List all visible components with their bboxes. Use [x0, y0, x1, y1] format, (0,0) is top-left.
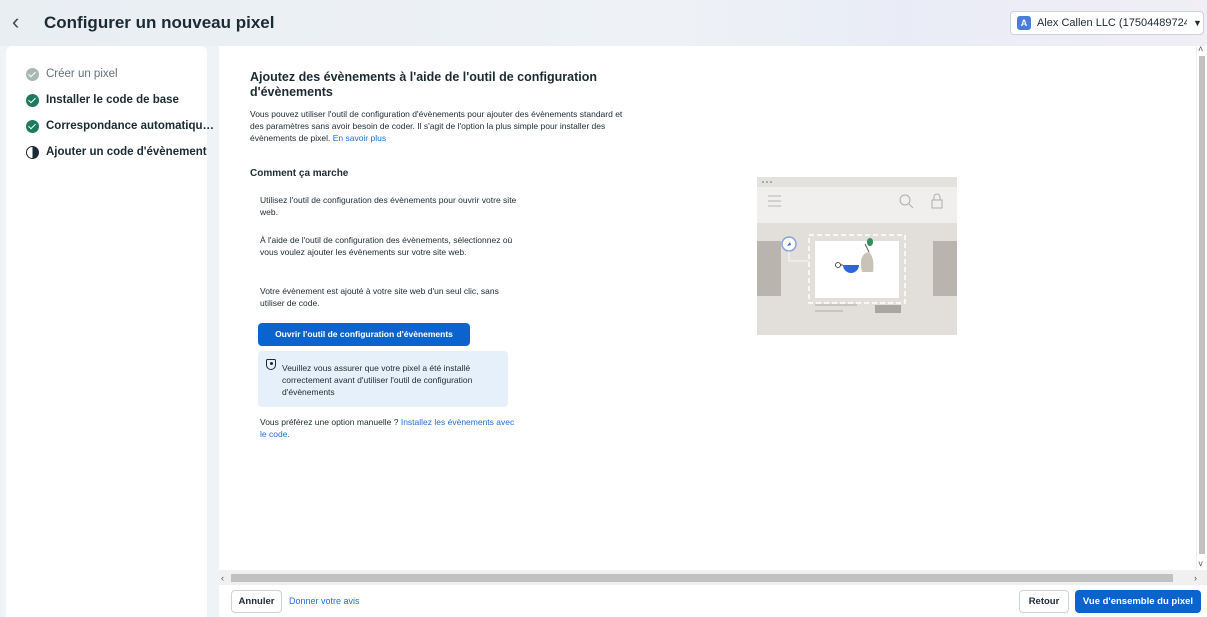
- section-description: Vous pouvez utiliser l'outil de configur…: [250, 108, 635, 144]
- info-notice: Veuillez vous assurer que votre pixel a …: [258, 351, 508, 407]
- manual-option: Vous préférez une option manuelle ? Inst…: [260, 416, 520, 440]
- how-it-works-title: Comment ça marche: [250, 168, 349, 179]
- check-circle-icon: [26, 93, 39, 107]
- footer-bar: Annuler Donner votre avis Retour Vue d'e…: [219, 585, 1207, 617]
- how-step-2: À l'aide de l'outil de configuration des…: [260, 235, 513, 257]
- account-badge: A: [1017, 16, 1031, 30]
- check-circle-icon: [26, 67, 39, 81]
- step-label: Correspondance automatiqu…: [46, 120, 215, 132]
- scroll-down-arrow-icon[interactable]: ˅: [1198, 559, 1203, 569]
- manual-prefix: Vous préférez une option manuelle ?: [260, 417, 399, 427]
- scroll-left-arrow-icon[interactable]: ‹: [221, 573, 224, 583]
- account-name: Alex Callen LLC (1750448972421…: [1037, 17, 1187, 29]
- cancel-button[interactable]: Annuler: [231, 590, 282, 613]
- step-label: Ajouter un code d'évènement: [46, 146, 207, 158]
- chevron-left-icon[interactable]: ‹: [12, 11, 30, 33]
- step-label: Installer le code de base: [46, 94, 179, 106]
- scroll-thumb[interactable]: [1199, 56, 1205, 554]
- step-label: Créer un pixel: [46, 68, 118, 80]
- check-circle-icon: [26, 119, 39, 133]
- step-auto-matching[interactable]: Correspondance automatiqu…: [26, 117, 214, 135]
- scroll-right-arrow-icon[interactable]: ›: [1194, 573, 1197, 583]
- description-text: Vous pouvez utiliser l'outil de configur…: [250, 109, 623, 143]
- caret-down-icon: ▼: [1193, 18, 1202, 28]
- back-button[interactable]: Retour: [1019, 590, 1069, 613]
- scroll-thumb[interactable]: [231, 574, 1173, 582]
- horizontal-scrollbar[interactable]: ‹ ›: [219, 571, 1207, 585]
- shield-icon: [266, 359, 276, 370]
- scroll-up-arrow-icon[interactable]: ˄: [1198, 44, 1203, 54]
- open-event-setup-tool-button[interactable]: Ouvrir l'outil de configuration d'évènem…: [258, 323, 470, 346]
- half-circle-icon: [26, 145, 39, 159]
- main-content: Ajoutez des évènements à l'aide de l'out…: [219, 46, 1196, 570]
- step-create-pixel[interactable]: Créer un pixel: [26, 65, 118, 83]
- step-add-event-code[interactable]: Ajouter un code d'évènement: [26, 143, 207, 161]
- top-bar: ‹ Configurer un nouveau pixel A Alex Cal…: [0, 0, 1207, 46]
- notice-text: Veuillez vous assurer que votre pixel a …: [282, 363, 473, 397]
- steps-sidebar: Créer un pixel Installer le code de base…: [6, 46, 214, 617]
- step-install-base-code[interactable]: Installer le code de base: [26, 91, 179, 109]
- how-step-3: Votre évènement est ajouté à votre site …: [260, 286, 499, 308]
- how-step-1: Utilisez l'outil de configuration des év…: [260, 195, 517, 217]
- learn-more-link[interactable]: En savoir plus: [333, 133, 386, 143]
- page-title: Configurer un nouveau pixel: [44, 13, 275, 32]
- pixel-overview-button[interactable]: Vue d'ensemble du pixel: [1075, 590, 1201, 613]
- browser-titlebar: [757, 177, 957, 187]
- account-selector[interactable]: A Alex Callen LLC (1750448972421… ▼: [1010, 11, 1204, 35]
- feedback-link[interactable]: Donner votre avis: [289, 596, 360, 606]
- section-title: Ajoutez des évènements à l'aide de l'out…: [250, 70, 597, 99]
- vertical-scrollbar[interactable]: ˄ ˅: [1197, 44, 1207, 570]
- website-illustration: [757, 177, 957, 335]
